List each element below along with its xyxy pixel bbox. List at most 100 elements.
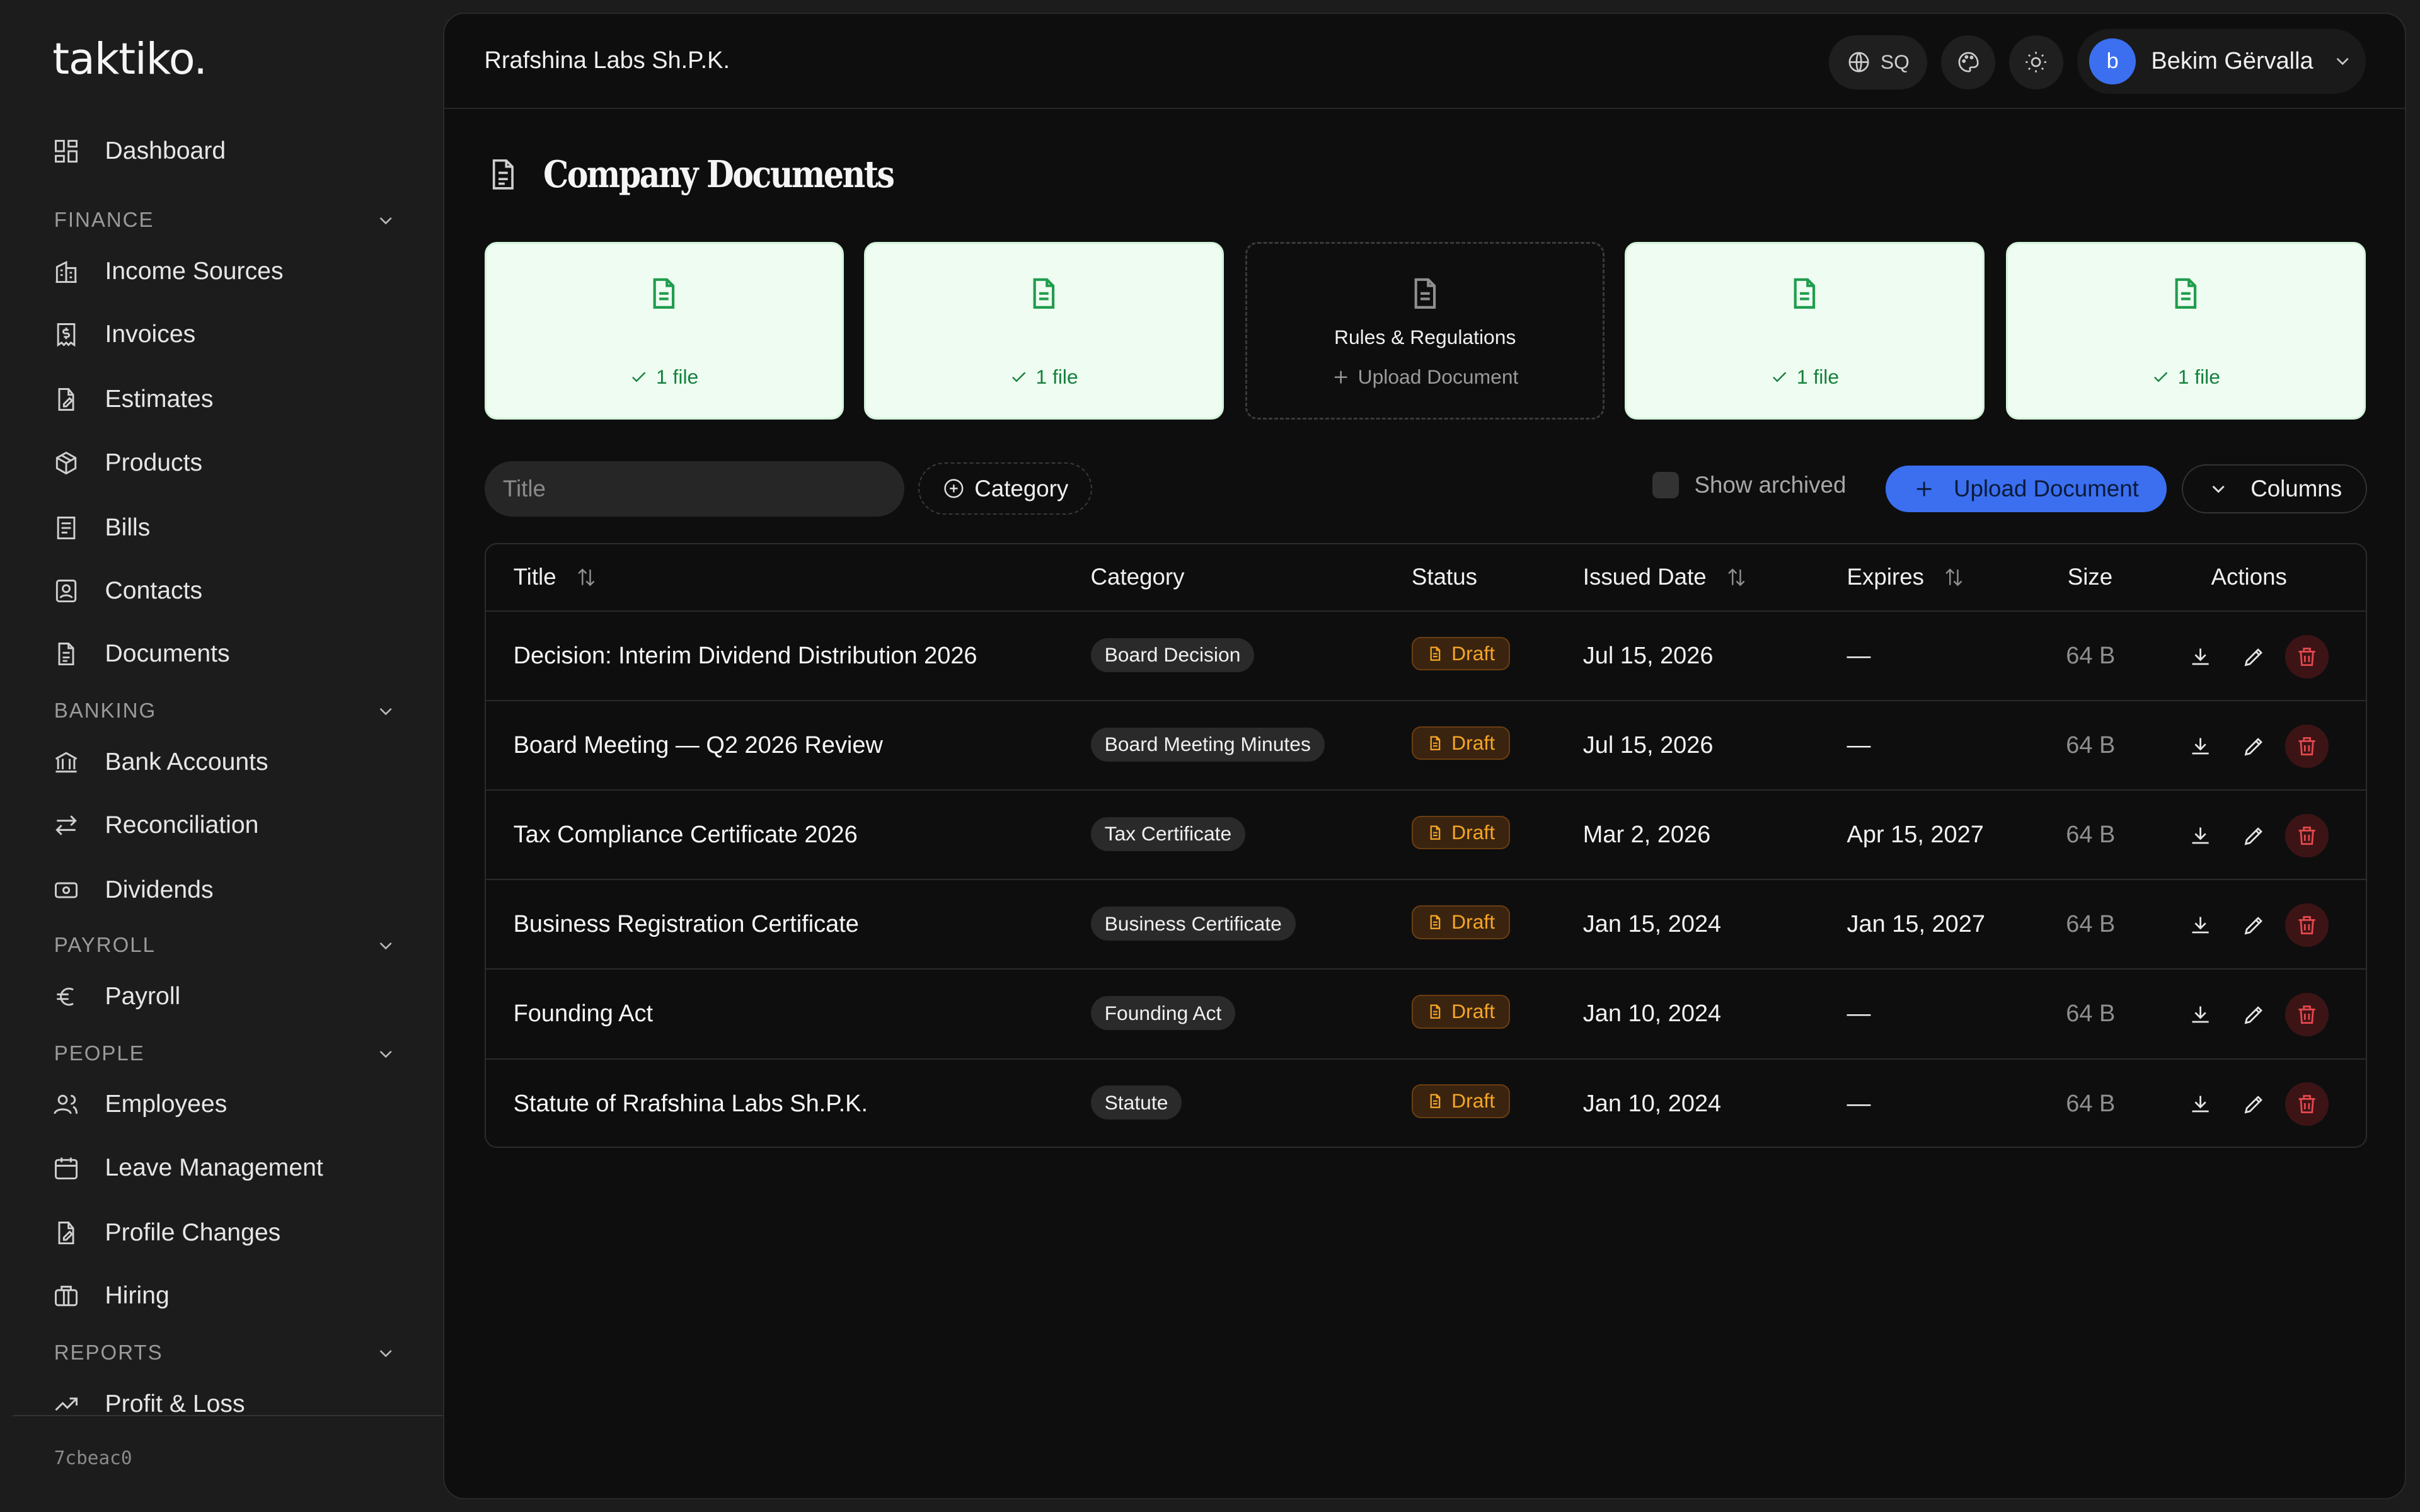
document-category-card[interactable]: 1 file [1625,242,1985,420]
delete-button[interactable] [2285,814,2329,857]
table-row[interactable]: Board Meeting — Q2 2026 Review Board Meet… [485,701,2366,791]
document-title[interactable]: Decision: Interim Dividend Distribution … [514,643,977,670]
status-label: Draft [1451,731,1495,754]
delete-button[interactable] [2285,993,2329,1036]
download-button[interactable] [2179,993,2222,1036]
theme-palette-button[interactable] [1941,35,1996,89]
column-header-issued-date[interactable]: Issued Date [1583,564,1748,590]
sidebar-item-dashboard[interactable]: Dashboard [52,128,407,174]
pencil-icon [2245,648,2263,667]
category-badge: Founding Act [1090,996,1236,1030]
section-banking[interactable]: BANKING [54,696,397,726]
sort-icon[interactable] [1942,566,1966,589]
document-title[interactable]: Founding Act [514,1000,653,1028]
document-icon [492,159,514,190]
table-row[interactable]: Tax Compliance Certificate 2026 Tax Certi… [485,791,2366,881]
column-header-actions: Actions [2211,564,2287,590]
chevron-down-icon [379,1050,392,1058]
document-category-card[interactable]: 1 file [2006,242,2366,420]
category-filter-label: Category [974,475,1069,501]
download-button[interactable] [2179,724,2222,768]
palette-icon [1958,52,1979,72]
table-row[interactable]: Decision: Interim Dividend Distribution … [485,612,2366,702]
document-title[interactable]: Tax Compliance Certificate 2026 [514,822,858,849]
sidebar-item-hiring[interactable]: Hiring [52,1273,407,1319]
sort-icon[interactable] [575,566,598,589]
check-icon [1773,372,1787,382]
column-header-expires[interactable]: Expires [1847,564,1966,590]
edit-button[interactable] [2233,993,2276,1036]
sidebar-item-bank-accounts[interactable]: Bank Accounts [52,739,407,785]
edit-button[interactable] [2233,724,2276,768]
file-size: 64 B [2066,643,2116,670]
sidebar-item-bills[interactable]: Bills [52,505,407,551]
sidebar-item-label: Products [105,449,203,476]
sidebar-item-label: Bank Accounts [105,748,268,776]
category-badge: Tax Certificate [1090,817,1246,851]
sidebar-item-income-sources[interactable]: Income Sources [52,248,407,294]
app-logo[interactable]: taktiko. [52,34,207,84]
document-category-card[interactable]: 1 file [863,242,1224,420]
sidebar-item-reconciliation[interactable]: Reconciliation [52,802,407,848]
sort-icon[interactable] [1725,566,1748,589]
theme-toggle-button[interactable] [2009,35,2063,89]
upload-document-button[interactable]: Upload Document [1886,466,2167,512]
show-archived-toggle[interactable]: Show archived [1652,472,1846,498]
globe-icon [1848,52,1869,72]
delete-button[interactable] [2285,1082,2329,1126]
sidebar-item-leave-management[interactable]: Leave Management [52,1145,407,1191]
delete-button[interactable] [2285,724,2329,768]
search-input[interactable] [484,461,904,517]
user-menu-button[interactable]: b Bekim Gërvalla [2077,29,2366,94]
card-file-count[interactable]: Upload Document [1332,365,1518,389]
download-button[interactable] [2179,903,2222,947]
sidebar-item-contacts[interactable]: Contacts [52,568,407,614]
section-people[interactable]: PEOPLE [54,1038,397,1069]
download-button[interactable] [2179,814,2222,857]
sidebar-item-profit-loss[interactable]: Profit & Loss [52,1381,407,1413]
edit-button[interactable] [2233,635,2276,679]
category-filter-button[interactable]: Category [918,462,1093,515]
document-title[interactable]: Statute of Rrafshina Labs Sh.P.K. [514,1091,868,1118]
sidebar-item-dividends[interactable]: Dividends [52,867,407,913]
column-header-title[interactable]: Title [514,564,598,590]
document-category-cards: 1 file 1 file Rules & Regulations Upload Do… [484,242,2368,421]
sidebar-item-profile-changes[interactable]: Profile Changes [52,1210,407,1256]
document-category-card[interactable]: Rules & Regulations Upload Document [1245,242,1605,420]
delete-button[interactable] [2285,635,2329,679]
document-title[interactable]: Business Registration Certificate [514,911,859,938]
file-edit-icon [58,1221,74,1244]
sidebar-item-invoices[interactable]: Invoices [52,312,407,358]
sidebar-item-label: Hiring [105,1282,170,1310]
document-title[interactable]: Board Meeting — Q2 2026 Review [514,732,883,759]
calendar-icon [55,1157,78,1179]
show-archived-checkbox[interactable] [1652,472,1680,498]
section-finance[interactable]: FINANCE [54,205,397,236]
edit-button[interactable] [2233,903,2276,947]
expires-date: — [1847,732,1871,759]
section-payroll[interactable]: PAYROLL [54,931,397,961]
delete-button[interactable] [2285,903,2329,947]
language-switcher[interactable]: SQ [1828,35,1928,89]
issued-date: Jan 10, 2024 [1582,1000,1722,1028]
check-icon [2154,372,2168,382]
sidebar-item-products[interactable]: Products [52,440,407,486]
category-badge: Board Meeting Minutes [1090,728,1325,762]
columns-button[interactable]: Columns [2182,464,2368,514]
status-label: Draft [1451,821,1495,844]
table-row[interactable]: Founding Act Founding Act Draft Jan 10, 202… [485,970,2366,1060]
edit-button[interactable] [2233,1082,2276,1126]
sidebar-item-documents[interactable]: Documents [52,631,407,677]
download-button[interactable] [2179,1082,2222,1126]
edit-button[interactable] [2233,814,2276,857]
sidebar-item-label: Leave Management [105,1154,323,1181]
table-row[interactable]: Business Registration Certificate Busines… [485,880,2366,970]
file-icon [1430,915,1441,929]
sidebar-item-estimates[interactable]: Estimates [52,377,407,423]
sidebar-item-payroll[interactable]: Payroll [52,973,407,1019]
sidebar-item-employees[interactable]: Employees [52,1082,407,1128]
table-row[interactable]: Statute of Rrafshina Labs Sh.P.K. Statute… [486,1060,2366,1147]
download-button[interactable] [2179,635,2222,679]
section-reports[interactable]: REPORTS [54,1337,397,1368]
document-category-card[interactable]: 1 file [484,242,844,420]
